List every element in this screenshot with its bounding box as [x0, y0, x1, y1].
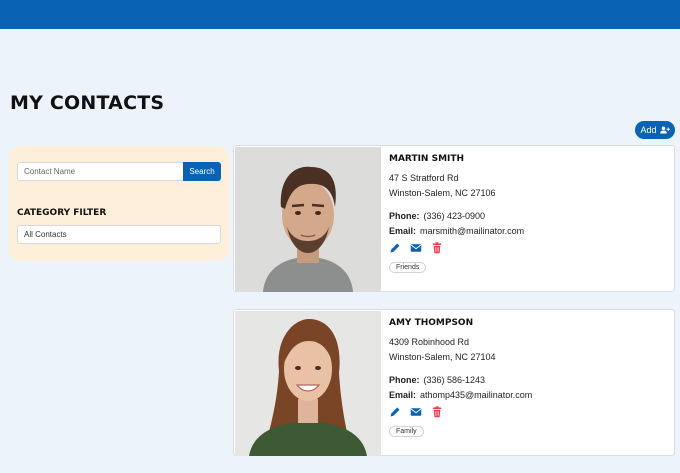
category-filter-title: CATEGORY FILTER	[17, 208, 107, 218]
category-tag: Friends	[389, 262, 427, 273]
email-value: athomp435@mailinator.com	[420, 390, 533, 400]
email-icon[interactable]	[410, 242, 422, 254]
delete-icon[interactable]	[431, 242, 443, 254]
phone-value: (336) 586-1243	[423, 375, 486, 385]
user-plus-icon	[659, 126, 670, 134]
phone-label: Phone:	[389, 211, 420, 221]
category-select[interactable]: All Contacts	[17, 225, 221, 244]
contact-address-line2: Winston-Salem, NC 27106	[389, 188, 496, 198]
phone-label: Phone:	[389, 375, 420, 385]
contact-address-line2: Winston-Salem, NC 27104	[389, 352, 496, 362]
contact-photo	[235, 311, 381, 456]
contact-address-line1: 4309 Robinhood Rd	[389, 337, 470, 347]
filter-panel: Search CATEGORY FILTER All Contacts	[9, 146, 229, 261]
top-navbar	[0, 0, 680, 29]
contact-phone-row: Phone: (336) 586-1243	[389, 373, 669, 388]
add-contact-button[interactable]: Add	[635, 121, 675, 139]
page-title: MY CONTACTS	[10, 92, 165, 114]
delete-icon[interactable]	[431, 406, 443, 418]
email-label: Email:	[389, 390, 417, 400]
contact-name: MARTIN SMITH	[389, 154, 465, 164]
contact-address-line1: 47 S Stratford Rd	[389, 173, 459, 183]
phone-value: (336) 423-0900	[423, 211, 486, 221]
edit-icon[interactable]	[389, 406, 401, 418]
contact-email-row: Email: athomp435@mailinator.com	[389, 388, 669, 403]
email-icon[interactable]	[410, 406, 422, 418]
add-button-label: Add	[640, 125, 657, 135]
contact-card: AMY THOMPSON 4309 Robinhood Rd Winston-S…	[233, 309, 675, 456]
contact-phone-row: Phone: (336) 423-0900	[389, 209, 669, 224]
search-button[interactable]: Search	[183, 162, 221, 181]
edit-icon[interactable]	[389, 242, 401, 254]
contact-name: AMY THOMPSON	[389, 318, 474, 328]
email-value: marsmith@mailinator.com	[420, 226, 525, 236]
category-tag: Family	[389, 426, 424, 437]
contact-search-input[interactable]	[17, 162, 183, 181]
contact-email-row: Email: marsmith@mailinator.com	[389, 224, 669, 239]
contact-card: MARTIN SMITH 47 S Stratford Rd Winston-S…	[233, 145, 675, 292]
email-label: Email:	[389, 226, 417, 236]
contact-photo	[235, 147, 381, 292]
